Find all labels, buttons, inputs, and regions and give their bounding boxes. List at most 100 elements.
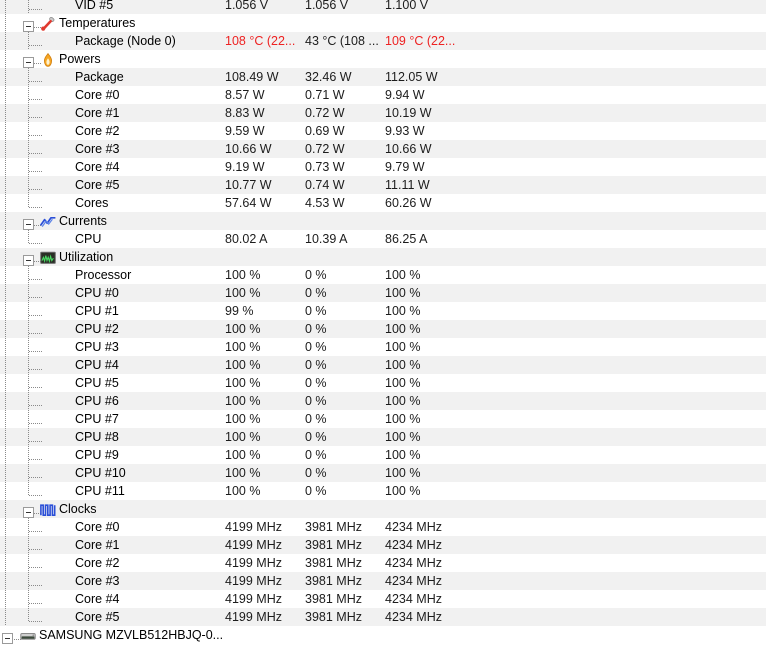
tree-line bbox=[5, 374, 6, 392]
tree-line bbox=[5, 212, 6, 230]
tree-group-row[interactable]: Temperatures bbox=[0, 14, 766, 32]
tree-line bbox=[5, 158, 6, 176]
tree-leaf-row[interactable]: CPU #5 100 % 0 % 100 % bbox=[0, 374, 766, 392]
tree-expander-collapse[interactable] bbox=[2, 633, 13, 644]
tree-leaf-row[interactable]: CPU #1 99 % 0 % 100 % bbox=[0, 302, 766, 320]
tree-line bbox=[28, 122, 29, 140]
tree-leaf-row[interactable]: Processor 100 % 0 % 100 % bbox=[0, 266, 766, 284]
sensor-label: Package (Node 0) bbox=[75, 34, 176, 48]
tree-line bbox=[29, 441, 43, 442]
tree-leaf-row[interactable]: Core #3 10.66 W 0.72 W 10.66 W bbox=[0, 140, 766, 158]
tree-leaf-row[interactable]: Package 108.49 W 32.46 W 112.05 W bbox=[0, 68, 766, 86]
tree-leaf-row[interactable]: Core #2 9.59 W 0.69 W 9.93 W bbox=[0, 122, 766, 140]
sensor-value-minimum: 0.73 W bbox=[305, 160, 345, 174]
tree-leaf-row[interactable]: CPU #10 100 % 0 % 100 % bbox=[0, 464, 766, 482]
tree-group-row[interactable]: Utilization bbox=[0, 248, 766, 266]
sensor-label: Core #1 bbox=[75, 538, 120, 552]
tree-leaf-row[interactable]: CPU #6 100 % 0 % 100 % bbox=[0, 392, 766, 410]
tree-leaf-row[interactable]: CPU 80.02 A 10.39 A 86.25 A bbox=[0, 230, 766, 248]
tree-line bbox=[29, 585, 43, 586]
tree-line bbox=[5, 14, 6, 32]
tree-line bbox=[5, 392, 6, 410]
sensor-value-maximum: 1.100 V bbox=[385, 0, 429, 12]
sensor-tree[interactable]: VID #5 1.056 V 1.056 V 1.100 V Temperatures P… bbox=[0, 0, 766, 648]
sensor-value-maximum: 100 % bbox=[385, 268, 421, 282]
tree-leaf-row[interactable]: Core #5 10.77 W 0.74 W 11.11 W bbox=[0, 176, 766, 194]
tree-line bbox=[28, 428, 29, 446]
sensor-value-current: 100 % bbox=[225, 394, 261, 408]
tree-line bbox=[29, 387, 43, 388]
tree-line bbox=[5, 320, 6, 338]
sensor-value-maximum: 9.93 W bbox=[385, 124, 425, 138]
tree-line bbox=[28, 302, 29, 320]
tree-leaf-row[interactable]: Core #2 4199 MHz 3981 MHz 4234 MHz bbox=[0, 554, 766, 572]
tree-expander-collapse[interactable] bbox=[23, 21, 34, 32]
tree-line bbox=[5, 248, 6, 266]
tree-leaf-row[interactable]: Core #4 9.19 W 0.73 W 9.79 W bbox=[0, 158, 766, 176]
tree-line bbox=[28, 320, 29, 338]
tree-line bbox=[5, 500, 6, 518]
tree-group-row[interactable]: Currents bbox=[0, 212, 766, 230]
tree-leaf-row[interactable]: Core #1 8.83 W 0.72 W 10.19 W bbox=[0, 104, 766, 122]
sensor-value-maximum: 4234 MHz bbox=[385, 538, 442, 552]
tree-leaf-row[interactable]: Core #0 4199 MHz 3981 MHz 4234 MHz bbox=[0, 518, 766, 536]
tree-expander-collapse[interactable] bbox=[23, 507, 34, 518]
tree-line bbox=[28, 266, 29, 284]
tree-line bbox=[29, 117, 43, 118]
tree-group-row[interactable]: Powers bbox=[0, 50, 766, 68]
tree-leaf-row[interactable]: Core #1 4199 MHz 3981 MHz 4234 MHz bbox=[0, 536, 766, 554]
tree-leaf-row[interactable]: CPU #2 100 % 0 % 100 % bbox=[0, 320, 766, 338]
tree-line bbox=[29, 477, 43, 478]
tree-group-label: Powers bbox=[59, 52, 101, 66]
tree-line bbox=[29, 603, 43, 604]
sensor-value-minimum: 3981 MHz bbox=[305, 556, 362, 570]
tree-line bbox=[5, 230, 6, 248]
tree-expander-collapse[interactable] bbox=[23, 219, 34, 230]
sensor-value-current: 100 % bbox=[225, 268, 261, 282]
tree-leaf-row[interactable]: Core #0 8.57 W 0.71 W 9.94 W bbox=[0, 86, 766, 104]
tree-expander-collapse[interactable] bbox=[23, 255, 34, 266]
sensor-value-minimum: 3981 MHz bbox=[305, 610, 362, 624]
tree-line bbox=[5, 194, 6, 212]
tree-line bbox=[29, 99, 43, 100]
tree-leaf-row[interactable]: CPU #7 100 % 0 % 100 % bbox=[0, 410, 766, 428]
tree-line bbox=[5, 536, 6, 554]
tree-line bbox=[5, 572, 6, 590]
tree-leaf-row[interactable]: CPU #3 100 % 0 % 100 % bbox=[0, 338, 766, 356]
tree-leaf-row[interactable]: Core #4 4199 MHz 3981 MHz 4234 MHz bbox=[0, 590, 766, 608]
tree-leaf-row[interactable]: CPU #8 100 % 0 % 100 % bbox=[0, 428, 766, 446]
sensor-label: VID #5 bbox=[75, 0, 114, 12]
tree-expander-collapse[interactable] bbox=[23, 57, 34, 68]
sensor-value-minimum: 0 % bbox=[305, 340, 327, 354]
tree-leaf-row[interactable]: CPU #0 100 % 0 % 100 % bbox=[0, 284, 766, 302]
sensor-value-maximum: 100 % bbox=[385, 412, 421, 426]
tree-leaf-row[interactable]: CPU #9 100 % 0 % 100 % bbox=[0, 446, 766, 464]
tree-leaf-row[interactable]: Core #3 4199 MHz 3981 MHz 4234 MHz bbox=[0, 572, 766, 590]
tree-line bbox=[29, 189, 43, 190]
tree-leaf-row[interactable]: VID #5 1.056 V 1.056 V 1.100 V bbox=[0, 0, 766, 14]
sensor-value-maximum: 100 % bbox=[385, 322, 421, 336]
sensor-value-current: 57.64 W bbox=[225, 196, 272, 210]
tree-line bbox=[29, 153, 43, 154]
tree-leaf-row[interactable]: Cores 57.64 W 4.53 W 60.26 W bbox=[0, 194, 766, 212]
tree-leaf-row[interactable]: CPU #4 100 % 0 % 100 % bbox=[0, 356, 766, 374]
sensor-value-minimum: 32.46 W bbox=[305, 70, 352, 84]
sensor-value-current: 4199 MHz bbox=[225, 592, 282, 606]
tree-line bbox=[29, 351, 43, 352]
tree-line bbox=[29, 333, 43, 334]
sensor-label: Core #3 bbox=[75, 574, 120, 588]
tree-line bbox=[5, 32, 6, 50]
sensor-value-minimum: 3981 MHz bbox=[305, 520, 362, 534]
tree-group-row[interactable]: Clocks bbox=[0, 500, 766, 518]
tree-leaf-row[interactable]: Package (Node 0) 108 °C (22... 43 °C (108 … bbox=[0, 32, 766, 50]
sensor-label: CPU #11 bbox=[75, 484, 125, 498]
tree-line bbox=[28, 464, 29, 482]
tree-line bbox=[5, 590, 6, 608]
sensor-value-minimum: 4.53 W bbox=[305, 196, 345, 210]
sensor-value-minimum: 0.71 W bbox=[305, 88, 345, 102]
tree-leaf-row[interactable]: CPU #11 100 % 0 % 100 % bbox=[0, 482, 766, 500]
sensor-label: CPU #1 bbox=[75, 304, 119, 318]
sensor-value-current: 100 % bbox=[225, 340, 261, 354]
tree-root-row[interactable]: SAMSUNG MZVLB512HBJQ-0... bbox=[0, 626, 766, 644]
tree-leaf-row[interactable]: Core #5 4199 MHz 3981 MHz 4234 MHz bbox=[0, 608, 766, 626]
